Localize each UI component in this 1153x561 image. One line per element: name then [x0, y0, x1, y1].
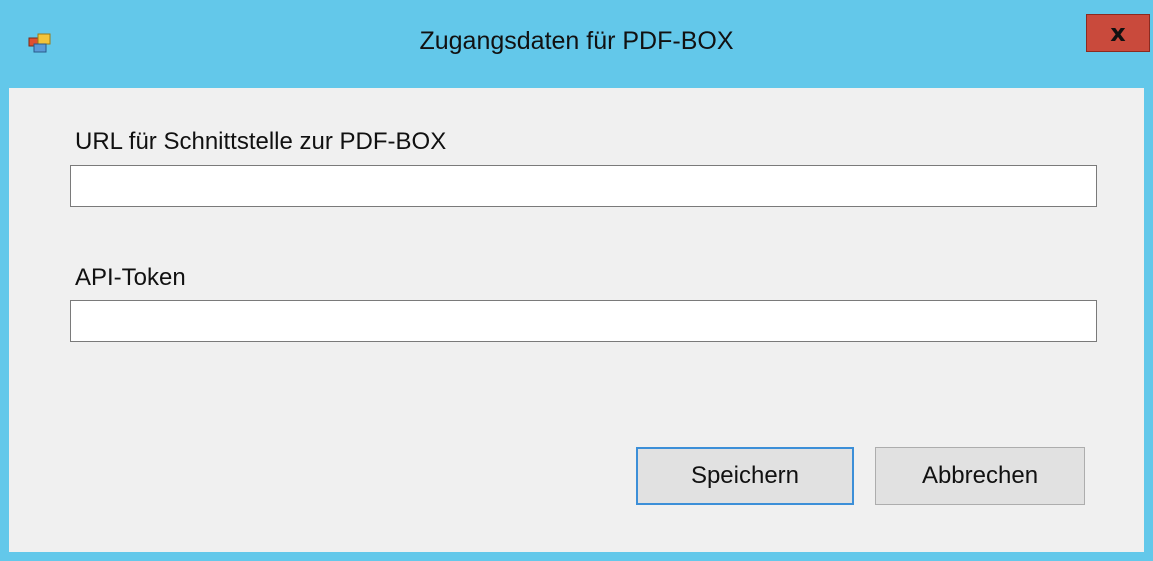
close-button[interactable]: x [1086, 14, 1150, 52]
api-token-input[interactable] [70, 300, 1097, 342]
title-bar[interactable]: Zugangsdaten für PDF-BOX x [0, 0, 1153, 88]
window-title: Zugangsdaten für PDF-BOX [419, 27, 734, 55]
save-button[interactable]: Speichern [636, 447, 854, 505]
cancel-button[interactable]: Abbrechen [875, 447, 1085, 505]
dialog-body: URL für Schnittstelle zur PDF-BOX API-To… [9, 88, 1144, 552]
api-token-label: API-Token [75, 264, 186, 291]
dialog-window: Zugangsdaten für PDF-BOX x URL für Schni… [0, 0, 1153, 561]
url-label: URL für Schnittstelle zur PDF-BOX [75, 128, 447, 155]
url-input[interactable] [70, 165, 1097, 207]
close-icon: x [1110, 19, 1126, 47]
